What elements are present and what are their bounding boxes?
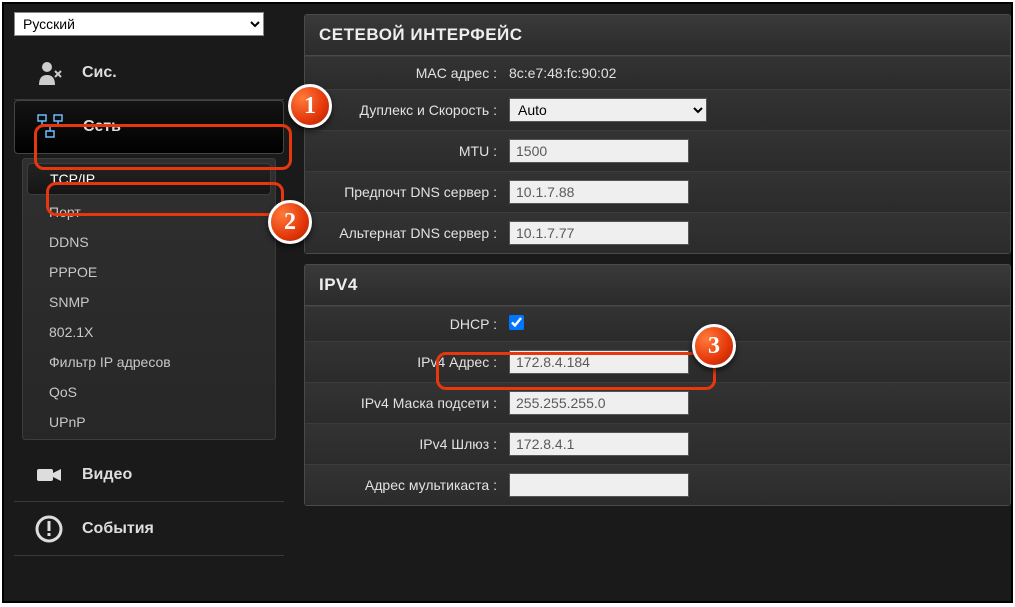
network-icon [33,110,67,144]
panel-header-netiface: СЕТЕВОЙ ИНТЕРФЕЙС [305,15,1010,56]
video-icon [32,458,66,492]
row-ipv4addr: IPv4 Адрес : [305,341,1010,382]
submenu-ddns[interactable]: DDNS [23,227,275,257]
label-ipv4gw: IPv4 Шлюз : [305,436,505,452]
label-mac: MAC адрес : [305,65,505,81]
language-select[interactable]: Русский [14,12,264,36]
label-duplex: Дуплекс и Скорость : [305,102,505,118]
label-dhcp: DHCP : [305,316,505,332]
panel-network-interface: СЕТЕВОЙ ИНТЕРФЕЙС MAC адрес : 8c:e7:48:f… [304,14,1011,254]
checkbox-dhcp[interactable] [509,315,524,330]
sidebar-label-system: Сис. [82,64,117,82]
sidebar-label-events: События [82,520,154,538]
input-ipv4mask[interactable] [509,391,689,415]
content-area: СЕТЕВОЙ ИНТЕРФЕЙС MAC адрес : 8c:e7:48:f… [294,4,1011,601]
input-mcast[interactable] [509,473,689,497]
label-ipv4addr: IPv4 Адрес : [305,354,505,370]
input-ipv4gw[interactable] [509,432,689,456]
label-mcast: Адрес мультикаста : [305,477,505,493]
submenu-tcpip[interactable]: TCP/IP [27,163,271,195]
input-dns2[interactable] [509,221,689,245]
row-dns1: Предпочт DNS сервер : [305,171,1010,212]
label-mtu: MTU : [305,143,505,159]
panel-ipv4: IPV4 DHCP : IPv4 Адрес : IPv4 Маска подс… [304,264,1011,506]
system-icon [32,56,66,90]
row-dns2: Альтернат DNS сервер : [305,212,1010,253]
row-mcast: Адрес мультикаста : [305,464,1010,505]
input-ipv4addr[interactable] [509,350,689,374]
sidebar-item-events[interactable]: События [14,502,284,556]
sidebar: Русский Сис. Сеть [4,4,294,601]
submenu-ipfilter[interactable]: Фильтр IP адресов [23,347,275,377]
app-frame: Русский Сис. Сеть [2,2,1013,603]
network-submenu: TCP/IP Порт DDNS PPPOE SNMP 802.1X Фильт… [22,158,276,440]
panel-header-ipv4: IPV4 [305,265,1010,306]
sidebar-item-video[interactable]: Видео [14,448,284,502]
submenu-8021x[interactable]: 802.1X [23,317,275,347]
row-duplex: Дуплекс и Скорость : Auto [305,89,1010,130]
events-icon [32,512,66,546]
row-ipv4gw: IPv4 Шлюз : [305,423,1010,464]
label-ipv4mask: IPv4 Маска подсети : [305,395,505,411]
sidebar-label-video: Видео [82,466,132,484]
value-mac: 8c:e7:48:fc:90:02 [505,65,1010,81]
row-dhcp: DHCP : [305,306,1010,341]
label-dns2: Альтернат DNS сервер : [305,225,505,241]
input-mtu[interactable] [509,139,689,163]
submenu-upnp[interactable]: UPnP [23,407,275,437]
callout-1: 1 [288,84,332,128]
row-mac: MAC адрес : 8c:e7:48:fc:90:02 [305,56,1010,89]
submenu-snmp[interactable]: SNMP [23,287,275,317]
select-duplex[interactable]: Auto [509,98,707,122]
sidebar-item-network[interactable]: Сеть [14,100,284,154]
input-dns1[interactable] [509,180,689,204]
callout-2: 2 [268,200,312,244]
sidebar-item-system[interactable]: Сис. [14,46,284,100]
row-ipv4mask: IPv4 Маска подсети : [305,382,1010,423]
sidebar-label-network: Сеть [83,118,121,136]
submenu-port[interactable]: Порт [23,197,275,227]
submenu-qos[interactable]: QoS [23,377,275,407]
label-dns1: Предпочт DNS сервер : [305,184,505,200]
row-mtu: MTU : [305,130,1010,171]
callout-3: 3 [692,324,736,368]
submenu-pppoe[interactable]: PPPOE [23,257,275,287]
